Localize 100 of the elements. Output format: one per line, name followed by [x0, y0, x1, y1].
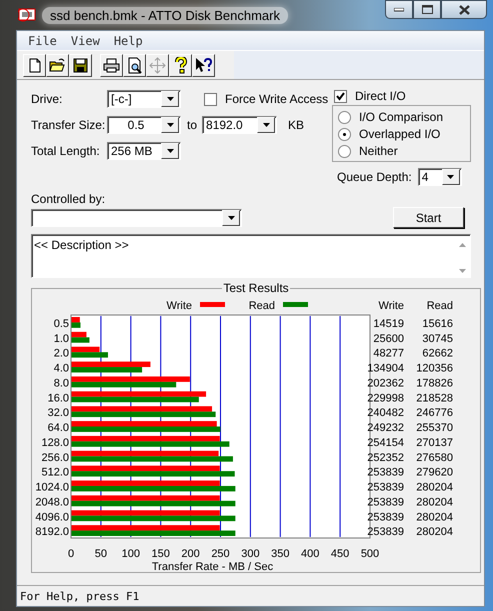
help-button[interactable] [169, 54, 192, 76]
radio-button[interactable] [338, 144, 351, 158]
menu-item[interactable]: File [21, 34, 64, 48]
menu-item[interactable]: Help [106, 34, 150, 48]
table-cell: 30745 [422, 332, 453, 345]
field-label: Total Length: [31, 144, 101, 158]
legend-swatch [283, 302, 308, 307]
caret-icon [166, 149, 174, 153]
table-cell: 280204 [416, 482, 453, 494]
dropdown[interactable]: 256 MB [107, 142, 181, 160]
scroll-up-icon[interactable] [459, 243, 466, 247]
app-icon [18, 7, 36, 23]
group-title: Test Results [222, 281, 290, 295]
unit-label: KB [288, 118, 304, 132]
tick-label: 150 [152, 548, 170, 560]
radio-button[interactable] [338, 110, 351, 124]
close-icon [458, 4, 470, 14]
dropdown[interactable]: 0.5 [107, 116, 181, 134]
table-cell: 246776 [416, 407, 453, 420]
dropdown[interactable]: 8192.0 [202, 116, 278, 134]
start-button[interactable]: Start [393, 207, 464, 228]
radio-label[interactable]: Neither [359, 144, 398, 158]
category-label: 128.0 [41, 436, 69, 449]
new-button[interactable] [23, 54, 46, 76]
category-label: 32.0 [48, 407, 69, 420]
tick-label: 50 [94, 548, 108, 560]
table-cell: 270137 [416, 436, 453, 449]
move-arrows-icon [149, 56, 166, 74]
description-field[interactable]: << Description >> [31, 234, 471, 278]
category-label: 512.0 [41, 466, 69, 479]
tick-label: 250 [211, 548, 230, 560]
category-label: 8192.0 [35, 526, 69, 538]
category-label: 16.0 [48, 392, 69, 404]
table-cell: 280204 [416, 496, 453, 508]
table-cell: 253839 [367, 482, 404, 494]
category-label: 64.0 [48, 422, 69, 434]
tick-label: 100 [122, 548, 140, 560]
checkbox[interactable] [334, 90, 347, 102]
radio-label[interactable]: I/O Comparison [359, 110, 444, 124]
caret-icon [262, 123, 270, 127]
minimize-icon [394, 8, 404, 12]
caret-icon [166, 123, 174, 127]
category-label: 0.5 [54, 318, 69, 330]
table-cell: 253839 [367, 466, 404, 479]
minimize-button[interactable] [385, 0, 413, 19]
checkbox[interactable] [204, 92, 217, 106]
table-cell: 280204 [416, 526, 453, 538]
table-cell: 218528 [416, 392, 453, 404]
tick-label: 450 [330, 548, 350, 560]
axis-title: Transfer Rate - MB / Sec [152, 561, 274, 572]
table-cell: 120356 [416, 362, 453, 375]
table-cell: 254154 [367, 436, 404, 449]
table-cell: 229998 [367, 392, 404, 404]
field-label: Queue Depth: [337, 170, 412, 184]
table-cell: 62662 [422, 348, 453, 360]
legend-swatch [200, 302, 225, 307]
context-help-button[interactable] [192, 54, 215, 76]
field-label: Controlled by: [31, 192, 106, 206]
dropdown[interactable]: [-c-] [107, 90, 181, 108]
magnifier-document-icon [126, 56, 143, 74]
pointer-question-icon [195, 56, 212, 74]
table-cell: 178826 [416, 377, 453, 390]
table-cell: 15616 [422, 318, 453, 330]
table-cell: 253839 [367, 511, 404, 524]
tick-label: 200 [181, 548, 200, 560]
table-cell: 280204 [416, 511, 453, 524]
maximize-button[interactable] [413, 0, 441, 19]
checkbox-label[interactable]: Force Write Access [225, 92, 328, 106]
checkbox-label[interactable]: Direct I/O [355, 89, 406, 103]
folder-icon [49, 56, 66, 74]
tick-label: 400 [301, 548, 320, 560]
preview-button[interactable] [123, 54, 146, 76]
column-header: Write [378, 300, 404, 312]
dropdown[interactable]: 4 [418, 168, 462, 186]
scroll-down-icon[interactable] [459, 269, 466, 273]
save-button[interactable] [69, 54, 92, 76]
radio-button[interactable] [338, 128, 351, 140]
field-label: Transfer Size: [31, 118, 106, 132]
tick-label: 300 [241, 548, 260, 560]
table-cell: 134904 [367, 362, 404, 375]
print-button[interactable] [100, 54, 123, 76]
table-cell: 240482 [367, 407, 404, 420]
maximize-icon [422, 5, 432, 14]
window-title: ssd bench.bmk - ATTO Disk Benchmark [42, 6, 288, 24]
open-button[interactable] [46, 54, 69, 76]
category-label: 2048.0 [35, 496, 69, 508]
caret-icon [166, 97, 174, 101]
tick-label: 350 [271, 548, 290, 560]
legend-label: Write [166, 300, 192, 312]
legend-label: Read [248, 300, 275, 312]
dropdown[interactable] [31, 208, 242, 226]
close-button[interactable] [441, 0, 487, 19]
radio-label[interactable]: Overlapped I/O [359, 127, 440, 141]
category-label: 4.0 [54, 362, 69, 375]
menu-item[interactable]: View [64, 34, 107, 48]
category-label: 2.0 [54, 348, 69, 360]
category-label: 8.0 [54, 377, 69, 390]
caret-icon [228, 216, 234, 220]
caret-icon [447, 175, 454, 179]
tick-label: 0 [68, 548, 74, 560]
